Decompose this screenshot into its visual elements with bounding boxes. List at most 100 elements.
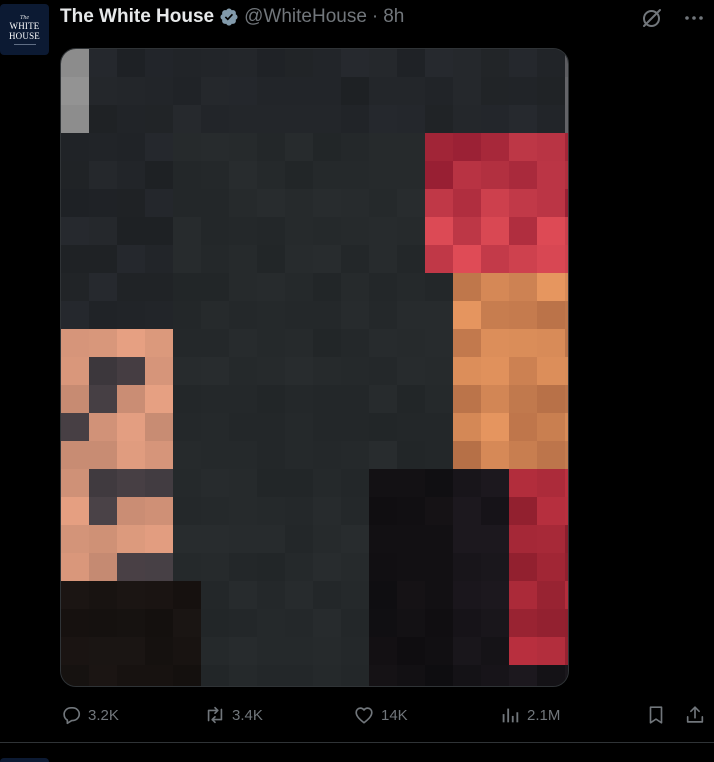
mosaic-tile (257, 133, 285, 161)
mosaic-tile (117, 497, 145, 525)
mosaic-tile (341, 525, 369, 553)
mosaic-tile (229, 77, 257, 105)
more-icon[interactable] (682, 6, 706, 30)
mosaic-tile (257, 329, 285, 357)
verified-badge-icon[interactable] (219, 7, 239, 27)
mosaic-tile (61, 105, 89, 133)
mosaic-tile (313, 133, 341, 161)
like-icon (355, 707, 373, 724)
mosaic-tile (397, 49, 425, 77)
mosaic-tile (285, 273, 313, 301)
next-post-avatar[interactable] (0, 758, 49, 762)
like-button[interactable]: 14K (353, 700, 408, 730)
mosaic-tile (565, 469, 568, 497)
tweet[interactable]: The WHITE HOUSE The White House @WhiteHo… (0, 0, 714, 742)
mosaic-tile (89, 525, 117, 553)
mosaic-tile (173, 357, 201, 385)
mosaic-tile (201, 273, 229, 301)
share-button[interactable] (684, 700, 706, 730)
mosaic-tile (145, 609, 173, 637)
mosaic-tile (425, 245, 453, 273)
bookmark-button[interactable] (645, 700, 667, 730)
mosaic-tile (313, 245, 341, 273)
mosaic-tile (565, 665, 568, 686)
mosaic-tile (145, 553, 173, 581)
mosaic-tile (173, 161, 201, 189)
mosaic-tile (341, 385, 369, 413)
mosaic-tile (173, 329, 201, 357)
author-name[interactable]: The White House (60, 6, 214, 28)
mosaic-tile (173, 581, 201, 609)
mosaic-tile (89, 273, 117, 301)
mosaic-tile (201, 525, 229, 553)
mosaic-tile (509, 245, 537, 273)
post-time[interactable]: 8h (383, 6, 404, 28)
author-handle[interactable]: @WhiteHouse (244, 6, 367, 28)
mosaic-tile (425, 581, 453, 609)
mosaic-tile (537, 329, 565, 357)
mosaic-tile (509, 273, 537, 301)
mosaic-tile (201, 385, 229, 413)
mosaic-tile (61, 273, 89, 301)
mosaic-tile (453, 189, 481, 217)
mosaic-tile (285, 161, 313, 189)
mosaic-tile (229, 357, 257, 385)
mosaic-tile (341, 273, 369, 301)
mosaic-tile (481, 553, 509, 581)
share-icon (686, 706, 704, 723)
repost-button[interactable]: 3.4K (204, 700, 263, 730)
mosaic-tile (145, 301, 173, 329)
mosaic-tile (89, 637, 117, 665)
mosaic-tile (201, 665, 229, 686)
mosaic-tile (425, 217, 453, 245)
mosaic-tile (145, 637, 173, 665)
mosaic-tile (397, 665, 425, 686)
mosaic-tile (229, 637, 257, 665)
mosaic-tile (369, 49, 397, 77)
mosaic-tile (425, 161, 453, 189)
mosaic-tile (117, 105, 145, 133)
mosaic-tile (341, 553, 369, 581)
mosaic-tile (257, 441, 285, 469)
mosaic-tile (453, 357, 481, 385)
mosaic-tile (341, 49, 369, 77)
bookmark-icon (649, 706, 663, 724)
mosaic-tile (453, 525, 481, 553)
post-media[interactable] (60, 48, 569, 687)
mosaic-tile (341, 581, 369, 609)
views-button[interactable]: 2.1M (499, 700, 560, 730)
mosaic-tile (285, 357, 313, 385)
mosaic-tile (89, 413, 117, 441)
mosaic-tile (537, 609, 565, 637)
mosaic-tile (453, 665, 481, 686)
mosaic-tile (285, 637, 313, 665)
mosaic-tile (257, 469, 285, 497)
mosaic-tile (313, 525, 341, 553)
mosaic-tile (453, 49, 481, 77)
mosaic-tile (565, 77, 568, 105)
mosaic-tile (257, 189, 285, 217)
mosaic-tile (201, 105, 229, 133)
reply-button[interactable]: 3.2K (60, 700, 119, 730)
mosaic-tile (425, 105, 453, 133)
mosaic-tile (257, 77, 285, 105)
mosaic-tile (117, 133, 145, 161)
mosaic-tile (61, 217, 89, 245)
mosaic-tile (453, 385, 481, 413)
mosaic-tile (285, 301, 313, 329)
avatar[interactable]: The WHITE HOUSE (0, 4, 49, 55)
mosaic-tile (453, 329, 481, 357)
mosaic-tile (341, 441, 369, 469)
mosaic-tile (537, 245, 565, 273)
mosaic-tile (425, 469, 453, 497)
mosaic-tile (173, 469, 201, 497)
mosaic-tile (145, 497, 173, 525)
grok-icon[interactable] (640, 6, 664, 30)
mosaic-tile (537, 413, 565, 441)
mosaic-tile (565, 497, 568, 525)
mosaic-tile (369, 665, 397, 686)
mosaic-tile (369, 497, 397, 525)
mosaic-tile (173, 609, 201, 637)
mosaic-tile (173, 301, 201, 329)
mosaic-tile (313, 49, 341, 77)
